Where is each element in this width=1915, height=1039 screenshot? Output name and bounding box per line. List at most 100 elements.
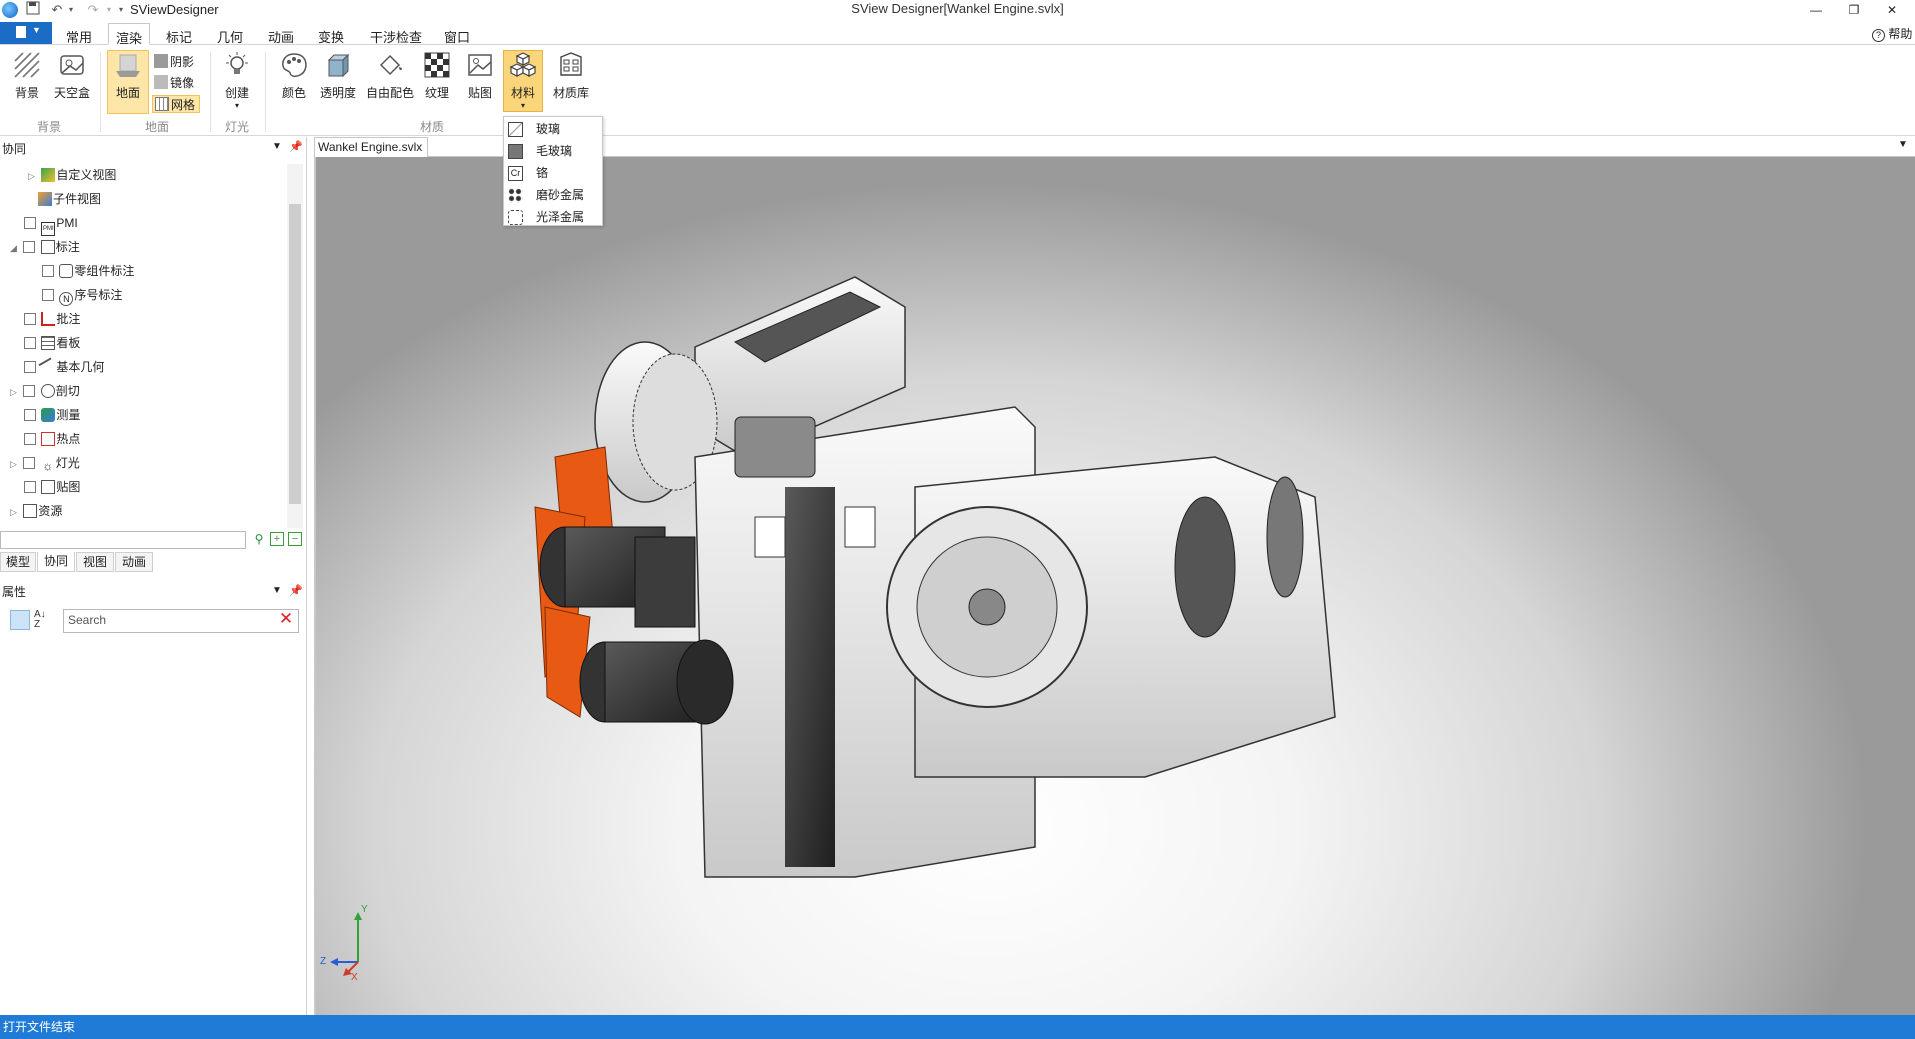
properties-panel-title: 属性 — [2, 585, 27, 599]
tab-animation-panel[interactable]: 动画 — [115, 552, 153, 572]
tree-item-custom-view[interactable]: ▷ 自定义视图 — [28, 164, 116, 186]
search-icon[interactable]: ⚲ — [252, 532, 266, 546]
scrollbar-thumb[interactable] — [289, 204, 301, 504]
engine-model[interactable] — [315, 157, 1915, 1015]
menu-item-chrome[interactable]: Cr 铬 — [504, 162, 602, 184]
checkbox[interactable] — [24, 313, 36, 325]
tree-item-board[interactable]: 看板 — [24, 332, 80, 354]
tab-common[interactable]: 常用 — [62, 23, 96, 45]
sort-alphabetical-icon[interactable]: A↓ Z — [34, 610, 52, 630]
tree-item-light[interactable]: ▷ ☼ 灯光 — [10, 452, 80, 474]
panel-menu-chevron-icon[interactable]: ▼ — [272, 585, 282, 596]
material-button[interactable]: 材料 ▾ — [503, 50, 543, 112]
tab-animation[interactable]: 动画 — [264, 23, 298, 45]
checkbox[interactable] — [24, 337, 36, 349]
checkbox[interactable] — [23, 385, 36, 397]
material-label: 材料 — [510, 86, 535, 100]
tab-window[interactable]: 窗口 — [440, 23, 474, 45]
material-library-button[interactable]: 材质库 — [549, 51, 593, 105]
properties-panel-header: 属性 — [0, 582, 300, 602]
shadow-button[interactable]: 阴影 — [154, 53, 194, 71]
tree-filter-input[interactable] — [0, 531, 246, 549]
collaboration-tree: ▷ 自定义视图 子件视图 PMI PMI ◢ 标注 零组件标注 N 序号标注 批注 … — [0, 164, 286, 528]
y-axis-label: Y — [361, 904, 368, 915]
expand-arrow-icon[interactable]: ▷ — [10, 453, 20, 475]
material-library-icon — [560, 52, 582, 76]
checkbox[interactable] — [24, 481, 36, 493]
checkbox[interactable] — [24, 361, 36, 373]
close-button[interactable]: ✕ — [1882, 2, 1902, 18]
transparency-button[interactable]: 透明度 — [318, 51, 358, 105]
panel-menu-chevron-icon[interactable]: ▼ — [272, 141, 282, 152]
expand-arrow-icon[interactable]: ▷ — [10, 381, 20, 403]
tree-item-comment[interactable]: 批注 — [24, 308, 80, 330]
mirror-button[interactable]: 镜像 — [154, 74, 194, 92]
viewport-left-border — [314, 157, 316, 1015]
ground-icon — [116, 54, 140, 77]
clear-search-icon[interactable]: ✕ — [277, 610, 295, 629]
menu-item-matte-metal[interactable]: 磨砂金属 — [504, 184, 602, 206]
tree-item-resources[interactable]: ▷ 资源 — [10, 500, 62, 522]
3d-viewport[interactable] — [315, 157, 1915, 1015]
ground-button[interactable]: 地面 — [107, 50, 149, 114]
checkbox[interactable] — [42, 265, 54, 277]
tab-view[interactable]: 视图 — [76, 552, 114, 572]
tab-render[interactable]: 渲染 — [108, 23, 150, 46]
tab-interference-check[interactable]: 干涉检查 — [366, 23, 426, 45]
checkbox[interactable] — [42, 289, 54, 301]
status-bar: 打开文件结束 — [0, 1015, 1915, 1039]
chevron-down-icon: ▼ — [32, 25, 41, 35]
tree-item-decal[interactable]: 贴图 — [24, 476, 80, 498]
color-button[interactable]: 颜色 — [277, 51, 311, 105]
group-label-ground: 地面 — [144, 120, 169, 134]
tree-item-section[interactable]: ▷ 剖切 — [10, 380, 80, 402]
menu-item-frosted-glass[interactable]: 毛玻璃 — [504, 140, 602, 162]
file-menu-button[interactable]: ▼ — [0, 22, 52, 44]
tree-item-hotspot[interactable]: 热点 — [24, 428, 80, 450]
checkbox[interactable] — [24, 433, 36, 445]
menu-item-glossy-metal[interactable]: 光泽金属 — [504, 206, 602, 228]
expand-arrow-icon[interactable]: ▷ — [10, 501, 20, 523]
background-button[interactable]: 背景 — [10, 51, 44, 105]
document-list-chevron-icon[interactable]: ▼ — [1898, 139, 1908, 150]
component-annotation-icon — [59, 264, 74, 278]
decal-label: 贴图 — [467, 86, 492, 100]
checkbox[interactable] — [24, 409, 36, 421]
checkbox[interactable] — [23, 241, 36, 253]
expand-arrow-icon[interactable]: ▷ — [28, 165, 38, 187]
custom-view-icon — [41, 168, 56, 182]
expand-all-icon[interactable]: + — [270, 532, 284, 546]
tab-geometry[interactable]: 几何 — [213, 23, 247, 45]
grid-button[interactable]: 网格 — [152, 95, 201, 113]
tree-item-basic-geometry[interactable]: 基本几何 — [24, 356, 104, 378]
properties-search-input[interactable]: Search — [63, 609, 299, 633]
tab-markup[interactable]: 标记 — [162, 23, 196, 45]
help-button[interactable]: ? 帮助 — [1872, 25, 1912, 42]
document-tab[interactable]: Wankel Engine.svlx — [314, 137, 428, 157]
tab-model[interactable]: 模型 — [0, 552, 36, 572]
checkbox[interactable] — [24, 217, 36, 229]
tree-item-measure[interactable]: 测量 — [24, 404, 80, 426]
collapse-arrow-icon[interactable]: ◢ — [10, 237, 20, 259]
tree-item-pmi[interactable]: PMI PMI — [24, 212, 78, 236]
menu-item-glass[interactable]: 玻璃 — [504, 118, 602, 140]
minimize-button[interactable]: — — [1806, 2, 1826, 18]
texture-button[interactable]: 纹理 — [420, 51, 454, 105]
checkbox[interactable] — [23, 457, 36, 469]
tree-item-component-annotation[interactable]: 零组件标注 — [42, 260, 134, 282]
maximize-button[interactable]: ❐ — [1844, 2, 1864, 18]
free-color-button[interactable]: 自由配色 — [364, 51, 416, 105]
collapse-all-icon[interactable]: − — [288, 532, 302, 546]
tree-item-sequence-annotation[interactable]: N 序号标注 — [42, 284, 122, 306]
decal-button[interactable]: 贴图 — [463, 51, 497, 105]
categorized-view-icon[interactable] — [10, 610, 30, 630]
tree-item-annotation[interactable]: ◢ 标注 — [10, 236, 80, 258]
create-light-button[interactable]: 创建 ▾ — [220, 51, 254, 113]
skybox-button[interactable]: 天空盒 — [52, 51, 92, 105]
tree-scrollbar[interactable] — [287, 164, 303, 528]
tree-item-part-view[interactable]: 子件视图 — [38, 188, 101, 210]
tab-transform[interactable]: 变换 — [314, 23, 348, 45]
pin-icon[interactable]: 📌 — [289, 584, 303, 597]
pin-icon[interactable]: 📌 — [289, 140, 303, 153]
tab-collaboration[interactable]: 协同 — [37, 552, 75, 572]
